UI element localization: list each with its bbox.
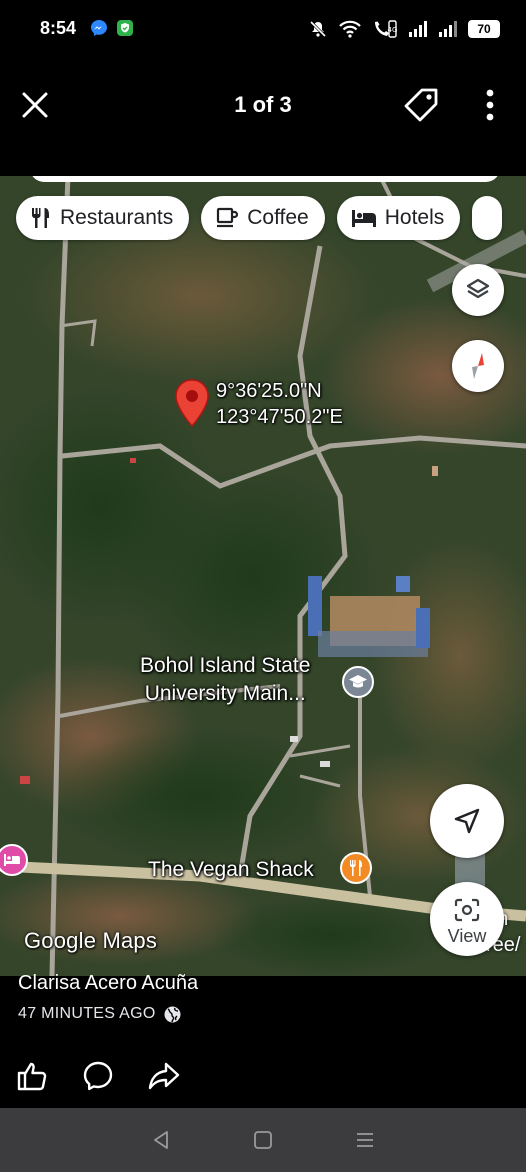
chip-label: Coffee	[247, 206, 309, 229]
chip-hotels[interactable]: Hotels	[336, 196, 461, 240]
shield-icon	[117, 20, 133, 36]
globe-icon	[164, 1006, 181, 1022]
photo-viewer-header: 1 of 3	[0, 56, 526, 176]
chip-label: Restaurants	[60, 206, 174, 229]
mute-icon	[309, 20, 327, 38]
home-icon[interactable]	[251, 1128, 275, 1152]
place-label-university[interactable]: Bohol Island State University Main...	[140, 652, 310, 708]
view-label: View	[447, 926, 487, 946]
system-navigation-bar	[0, 1108, 526, 1172]
back-icon[interactable]	[149, 1128, 173, 1152]
compass-button[interactable]	[452, 340, 504, 392]
coffee-cup-icon	[217, 207, 239, 228]
chip-label: Hotels	[384, 206, 445, 229]
status-bar: 8:54 4G 70	[0, 0, 526, 56]
place-label-line: Bohol Island State	[140, 654, 311, 677]
google-maps-logo: Google Maps	[24, 928, 158, 953]
chip-more[interactable]	[472, 196, 503, 240]
post-author-name[interactable]: Clarisa Acero Acuña	[18, 972, 198, 995]
search-bar-edge	[30, 176, 500, 182]
lens-camera-icon	[454, 898, 480, 922]
chip-coffee[interactable]: Coffee	[201, 196, 325, 240]
like-icon[interactable]	[16, 1060, 48, 1092]
map-screenshot[interactable]: Restaurants Coffee Hotels 9°36'25.0"N 12…	[0, 176, 526, 976]
pin-latitude: 9°36'25.0"N	[216, 380, 322, 402]
status-right-icons: 4G 70	[308, 19, 500, 39]
graduation-cap-icon[interactable]	[342, 666, 374, 698]
recents-icon[interactable]	[353, 1128, 377, 1152]
comment-icon[interactable]	[82, 1060, 114, 1092]
svg-text:4G: 4G	[388, 26, 398, 34]
compass-icon	[472, 353, 484, 379]
signal-icon	[439, 21, 457, 37]
directions-button[interactable]	[430, 784, 504, 858]
status-left-icons	[90, 19, 134, 37]
post-timestamp: 47 MINUTES AGO	[18, 1005, 181, 1023]
layers-icon	[466, 278, 490, 299]
location-pin-icon[interactable]	[173, 378, 211, 430]
wifi-icon	[339, 20, 361, 38]
tag-icon[interactable]	[402, 86, 440, 122]
battery-icon: 70	[468, 20, 500, 38]
chip-restaurants[interactable]: Restaurants	[16, 196, 190, 240]
pin-longitude: 123°47'50.2"E	[216, 406, 343, 428]
view-lens-button[interactable]: View	[430, 882, 504, 956]
place-label-line: University Main...	[144, 682, 306, 705]
status-time: 8:54	[40, 18, 77, 38]
signal-icon	[409, 21, 427, 37]
bed-icon	[351, 210, 376, 227]
navigation-arrow-icon	[454, 808, 480, 834]
post-actions	[16, 1060, 180, 1092]
post-time-text: 47 MINUTES AGO	[18, 1005, 156, 1022]
share-icon[interactable]	[148, 1060, 180, 1092]
more-vertical-icon[interactable]	[480, 88, 500, 122]
restaurant-icon[interactable]	[340, 852, 372, 884]
volte-icon: 4G	[375, 20, 398, 38]
category-chips: Restaurants Coffee Hotels	[16, 196, 503, 240]
fork-knife-icon	[32, 208, 49, 228]
place-label-vegan-shack[interactable]: The Vegan Shack	[148, 856, 314, 884]
pin-coordinates: 9°36'25.0"N 123°47'50.2"E	[216, 378, 343, 430]
page-counter: 1 of 3	[234, 92, 292, 117]
messenger-icon	[91, 20, 107, 36]
layers-button[interactable]	[452, 264, 504, 316]
place-label-text: The Vegan Shack	[148, 858, 314, 881]
